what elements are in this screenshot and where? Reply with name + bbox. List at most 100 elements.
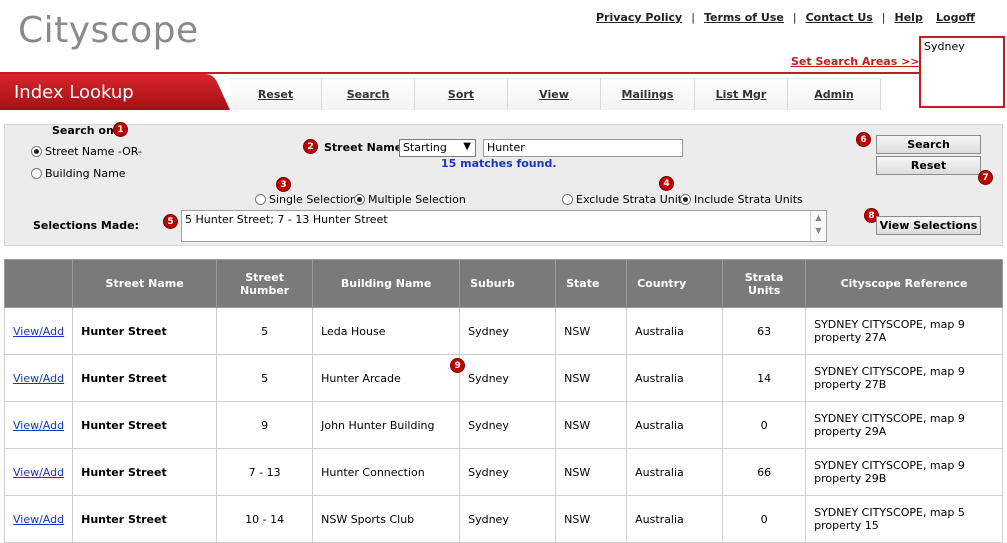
reference-cell: SYDNEY CITYSCOPE, map 9 property 29B bbox=[805, 448, 1003, 496]
tab-sort[interactable]: Sort bbox=[415, 78, 508, 110]
reference-cell: SYDNEY CITYSCOPE, map 9 property 27B bbox=[805, 354, 1003, 402]
suburb-cell: Sydney bbox=[459, 448, 557, 496]
terms-of-use-link[interactable]: Terms of Use bbox=[704, 11, 784, 24]
view-add-link-cell: View/Add bbox=[3, 354, 74, 402]
table-row: View/Add Hunter Street 7 - 13 Hunter Con… bbox=[3, 448, 1003, 496]
view-add-link-cell: View/Add bbox=[3, 495, 74, 543]
page-title: Index Lookup bbox=[14, 82, 134, 103]
top-links: Privacy Policy | Terms of Use | Contact Us | H… bbox=[596, 11, 923, 24]
country-cell: Australia bbox=[626, 448, 724, 496]
radio-single-selection[interactable]: Single Selection bbox=[255, 193, 357, 206]
state-cell: NSW bbox=[555, 401, 628, 449]
table-row: View/Add Hunter Street 5 Hunter Arcade S… bbox=[3, 354, 1003, 402]
badge-2: 2 bbox=[303, 139, 318, 154]
match-type-select[interactable]: Starting ▼ bbox=[399, 139, 476, 157]
radio-icon bbox=[562, 194, 573, 205]
building-name-cell: NSW Sports Club bbox=[312, 495, 461, 543]
view-add-link[interactable]: View/Add bbox=[13, 325, 64, 338]
badge-3: 3 bbox=[276, 177, 291, 192]
view-add-link-cell: View/Add bbox=[3, 448, 74, 496]
building-name-cell: John Hunter Building bbox=[312, 401, 461, 449]
search-button[interactable]: Search bbox=[876, 135, 981, 154]
radio-icon bbox=[354, 194, 365, 205]
col-suburb: Suburb bbox=[459, 259, 557, 308]
matches-count: 15 matches found. bbox=[441, 157, 557, 170]
strata-units-cell: 0 bbox=[722, 495, 807, 543]
badge-6: 6 bbox=[856, 132, 871, 147]
suburb-cell: Sydney bbox=[459, 307, 557, 355]
search-on-label: Search on bbox=[52, 124, 114, 137]
col-building-name: Building Name bbox=[312, 259, 461, 308]
strata-units-cell: 63 bbox=[722, 307, 807, 355]
radio-icon bbox=[31, 146, 42, 157]
radio-exclude-strata[interactable]: Exclude Strata Units bbox=[562, 193, 688, 206]
radio-building-name[interactable]: Building Name bbox=[31, 167, 126, 180]
building-name-cell: Hunter Arcade bbox=[312, 354, 461, 402]
scrollbar[interactable]: ▲ ▼ bbox=[810, 211, 826, 241]
set-search-areas-link[interactable]: Set Search Areas >> bbox=[791, 55, 920, 68]
badge-9: 9 bbox=[450, 358, 466, 373]
radio-street-name[interactable]: Street Name -OR- bbox=[31, 145, 142, 158]
tab-mailings[interactable]: Mailings bbox=[601, 78, 695, 110]
results-table: Street Name Street Number Building Name … bbox=[3, 259, 1003, 543]
selections-textarea[interactable]: 5 Hunter Street; 7 - 13 Hunter Street ▲ ▼ bbox=[181, 210, 827, 242]
street-name-input[interactable]: Hunter bbox=[483, 139, 683, 157]
contact-us-link[interactable]: Contact Us bbox=[806, 11, 873, 24]
state-cell: NSW bbox=[555, 448, 628, 496]
radio-icon bbox=[680, 194, 691, 205]
building-name-cell: Hunter Connection bbox=[312, 448, 461, 496]
view-add-link[interactable]: View/Add bbox=[13, 419, 64, 432]
street-name-cell: Hunter Street bbox=[72, 401, 218, 449]
country-cell: Australia bbox=[626, 307, 724, 355]
strata-units-cell: 66 bbox=[722, 448, 807, 496]
badge-5: 5 bbox=[163, 214, 178, 229]
view-add-link[interactable]: View/Add bbox=[13, 466, 64, 479]
building-name-cell: Leda House bbox=[312, 307, 461, 355]
logoff-link[interactable]: Logoff bbox=[936, 11, 975, 24]
reference-cell: SYDNEY CITYSCOPE, map 9 property 29A bbox=[805, 401, 1003, 449]
chevron-down-icon: ▼ bbox=[815, 226, 822, 235]
col-country: Country bbox=[626, 259, 724, 308]
search-area-value: Sydney bbox=[924, 40, 965, 53]
tab-view[interactable]: View bbox=[508, 78, 601, 110]
col-street-name: Street Name bbox=[72, 259, 218, 308]
view-selections-button[interactable]: View Selections bbox=[876, 216, 981, 235]
view-add-link[interactable]: View/Add bbox=[13, 372, 64, 385]
chevron-down-icon: ▼ bbox=[463, 141, 471, 152]
view-add-link-cell: View/Add bbox=[3, 307, 74, 355]
street-name-cell: Hunter Street bbox=[72, 307, 218, 355]
tab-search[interactable]: Search bbox=[322, 78, 415, 110]
privacy-policy-link[interactable]: Privacy Policy bbox=[596, 11, 682, 24]
suburb-cell: Sydney bbox=[459, 401, 557, 449]
help-link[interactable]: Help bbox=[895, 11, 923, 24]
suburb-cell: Sydney 9 bbox=[450, 354, 557, 402]
col-street-number: Street Number bbox=[216, 259, 314, 308]
street-name-label: Street Name bbox=[324, 141, 403, 154]
col-strata-units: Strata Units bbox=[722, 259, 807, 308]
selections-made-label: Selections Made: bbox=[33, 219, 140, 232]
radio-multiple-selection[interactable]: Multiple Selection bbox=[354, 193, 466, 206]
reset-button[interactable]: Reset bbox=[876, 156, 981, 175]
tab-reset[interactable]: Reset bbox=[230, 78, 322, 110]
radio-include-strata[interactable]: Include Strata Units bbox=[680, 193, 803, 206]
view-add-link[interactable]: View/Add bbox=[13, 513, 64, 526]
radio-icon bbox=[31, 168, 42, 179]
strata-units-cell: 0 bbox=[722, 401, 807, 449]
badge-4: 4 bbox=[659, 176, 674, 191]
street-name-cell: Hunter Street bbox=[72, 448, 218, 496]
country-cell: Australia bbox=[626, 354, 724, 402]
tab-list-mgr[interactable]: List Mgr bbox=[695, 78, 788, 110]
col-state: State bbox=[555, 259, 628, 308]
chevron-up-icon: ▲ bbox=[815, 213, 822, 222]
col-cityscope-reference: Cityscope Reference bbox=[805, 259, 1003, 308]
suburb-cell: Sydney bbox=[459, 495, 557, 543]
tab-admin[interactable]: Admin bbox=[788, 78, 881, 110]
street-number-cell: 5 bbox=[216, 307, 314, 355]
table-header-row: Street Name Street Number Building Name … bbox=[3, 259, 1003, 308]
badge-7: 7 bbox=[978, 170, 993, 185]
reference-cell: SYDNEY CITYSCOPE, map 5 property 15 bbox=[805, 495, 1003, 543]
radio-icon bbox=[255, 194, 266, 205]
search-areas-box[interactable]: Sydney bbox=[919, 36, 1005, 108]
state-cell: NSW bbox=[555, 354, 628, 402]
cityscope-logo: Cityscope bbox=[18, 10, 199, 51]
